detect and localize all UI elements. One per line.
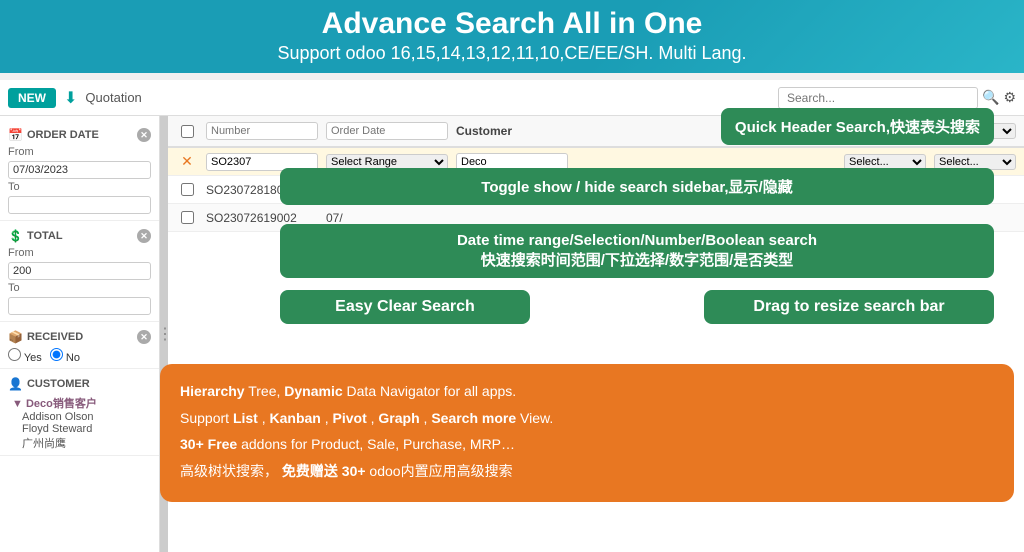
col-number-input[interactable] — [206, 122, 318, 140]
received-label: RECEIVED — [27, 331, 83, 343]
main-subtitle: Support odoo 16,15,14,13,12,11,10,CE/EE/… — [20, 42, 1004, 65]
sidebar-received: 📦 RECEIVED ✕ Yes No — [0, 326, 159, 369]
orange-line2: Support List , Kanban , Pivot , Graph , … — [180, 407, 994, 429]
sidebar-order-date: 📅 ORDER DATE ✕ From To — [0, 124, 159, 221]
search-input[interactable] — [778, 87, 978, 109]
callout-header-search-text: Quick Header Search,快速表头搜索 — [735, 119, 980, 136]
orange-bold-dynamic: Dynamic — [284, 383, 342, 399]
orange-bold-30plus: 30+ Free — [180, 436, 237, 452]
received-yes-label[interactable]: Yes — [8, 348, 42, 364]
orange-sep1: , — [262, 410, 270, 426]
received-icon: 📦 — [8, 330, 23, 344]
callout-drag-resize: Drag to resize search bar — [704, 290, 994, 324]
customer-child-1[interactable]: Addison Olson — [12, 411, 151, 423]
main-title: Advance Search All in One — [20, 6, 1004, 42]
customer-label: CUSTOMER — [27, 378, 90, 390]
header-checkbox-cell — [172, 125, 202, 138]
customer-child-3[interactable]: 广州尚鹰 — [12, 435, 151, 451]
orange-line3: 30+ Free addons for Product, Sale, Purch… — [180, 433, 994, 455]
orange-bold-list: List — [233, 410, 258, 426]
breadcrumb: Quotation — [85, 90, 141, 105]
new-button[interactable]: NEW — [8, 88, 56, 108]
to-label-total: To — [8, 282, 151, 294]
order-date-clear[interactable]: ✕ — [137, 128, 151, 142]
orange-bold-hierarchy: Hierarchy — [180, 383, 245, 399]
orange-text-tree: Tree, — [248, 383, 284, 399]
callout-date-range: Date time range/Selection/Number/Boolean… — [280, 224, 994, 278]
total-clear[interactable]: ✕ — [137, 229, 151, 243]
callout-drag-resize-text: Drag to resize search bar — [753, 298, 944, 315]
callout-header-search: Quick Header Search,快速表头搜索 — [721, 108, 994, 145]
orange-line4: 高级树状搜索， 免费赠送 30+ odoo内置应用高级搜索 — [180, 460, 994, 482]
from-label-total: From — [8, 247, 151, 259]
row1-checkbox-cell — [172, 183, 202, 196]
received-no-radio[interactable] — [50, 348, 63, 361]
received-yes-radio[interactable] — [8, 348, 21, 361]
orange-view-text: View. — [520, 410, 553, 426]
row2-checkbox-cell — [172, 211, 202, 224]
sidebar-customer: 👤 CUSTOMER ▼ Deco销售客户 Addison Olson Floy… — [0, 373, 159, 456]
filter-clear-icon[interactable]: ✕ — [181, 153, 193, 170]
received-header: 📦 RECEIVED ✕ — [8, 330, 151, 344]
customer-icon: 👤 — [8, 377, 23, 391]
row2-number: SO23072619002 — [202, 211, 322, 225]
orange-sep2: , — [325, 410, 333, 426]
search-sidebar: 📅 ORDER DATE ✕ From To 💲 TOTAL ✕ From To — [0, 116, 160, 552]
orange-text-nav: Data Navigator for all apps. — [347, 383, 517, 399]
col-number — [202, 122, 322, 140]
to-label-date: To — [8, 181, 151, 193]
callout-date-range-line2: 快速搜索时间范围/下拉选择/数字范围/是否类型 — [294, 249, 980, 270]
row2-checkbox[interactable] — [181, 211, 194, 224]
orange-addons-text: addons for Product, Sale, Purchase, MRP… — [241, 436, 515, 452]
received-clear[interactable]: ✕ — [137, 330, 151, 344]
customer-tree-parent[interactable]: ▼ Deco销售客户 — [12, 395, 151, 411]
calendar-icon: 📅 — [8, 128, 23, 142]
received-no-label[interactable]: No — [50, 348, 80, 364]
orange-bold-graph: Graph — [378, 410, 419, 426]
orange-bold-pivot: Pivot — [333, 410, 367, 426]
callout-easy-clear-text: Easy Clear Search — [335, 298, 475, 315]
orange-bold-free-cn: 免费赠送 30+ — [282, 463, 366, 479]
received-radio-group: Yes No — [8, 348, 151, 364]
col-date-input[interactable] — [326, 122, 448, 140]
orange-chinese-post: odoo内置应用高级搜索 — [369, 463, 512, 479]
settings-icon[interactable]: ⚙ — [1003, 89, 1016, 106]
customer-header: 👤 CUSTOMER — [8, 377, 151, 391]
col-order-date — [322, 122, 452, 140]
orange-bold-kanban: Kanban — [270, 410, 321, 426]
total-to-input[interactable] — [8, 297, 151, 315]
callout-easy-clear: Easy Clear Search — [280, 290, 530, 324]
row1-checkbox[interactable] — [181, 183, 194, 196]
customer-child-2[interactable]: Floyd Steward — [12, 423, 151, 435]
callout-orange-bubble: Hierarchy Tree, Dynamic Data Navigator f… — [160, 364, 1014, 502]
download-icon[interactable]: ⬇ — [64, 88, 77, 108]
callout-toggle-text: Toggle show / hide search sidebar,显示/隐藏 — [481, 179, 792, 196]
total-label: TOTAL — [27, 230, 63, 242]
total-icon: 💲 — [8, 229, 23, 243]
order-date-label: ORDER DATE — [27, 129, 99, 141]
filter-checkbox-cell: ✕ — [172, 153, 202, 170]
from-label-date: From — [8, 146, 151, 158]
search-icon[interactable]: 🔍 — [982, 89, 999, 106]
col-customer-label: Customer — [456, 124, 512, 138]
customer-tree: ▼ Deco销售客户 Addison Olson Floyd Steward 广… — [8, 395, 151, 451]
orange-chinese-pre: 高级树状搜索， — [180, 463, 278, 479]
orange-line1: Hierarchy Tree, Dynamic Data Navigator f… — [180, 380, 994, 402]
callout-date-range-line1: Date time range/Selection/Number/Boolean… — [294, 232, 980, 249]
orange-bold-searchmore: Search more — [431, 410, 516, 426]
orange-support-text: Support — [180, 410, 233, 426]
header-checkbox[interactable] — [181, 125, 194, 138]
callout-toggle-search: Toggle show / hide search sidebar,显示/隐藏 — [280, 168, 994, 205]
date-to-input[interactable] — [8, 196, 151, 214]
date-from-input[interactable] — [8, 161, 151, 179]
order-date-header: 📅 ORDER DATE ✕ — [8, 128, 151, 142]
total-header: 💲 TOTAL ✕ — [8, 229, 151, 243]
header-overlay: Advance Search All in One Support odoo 1… — [0, 0, 1024, 73]
row2-date: 07/ — [322, 211, 452, 225]
total-from-input[interactable] — [8, 262, 151, 280]
col-customer: Customer — [452, 124, 572, 138]
sidebar-total: 💲 TOTAL ✕ From To — [0, 225, 159, 322]
